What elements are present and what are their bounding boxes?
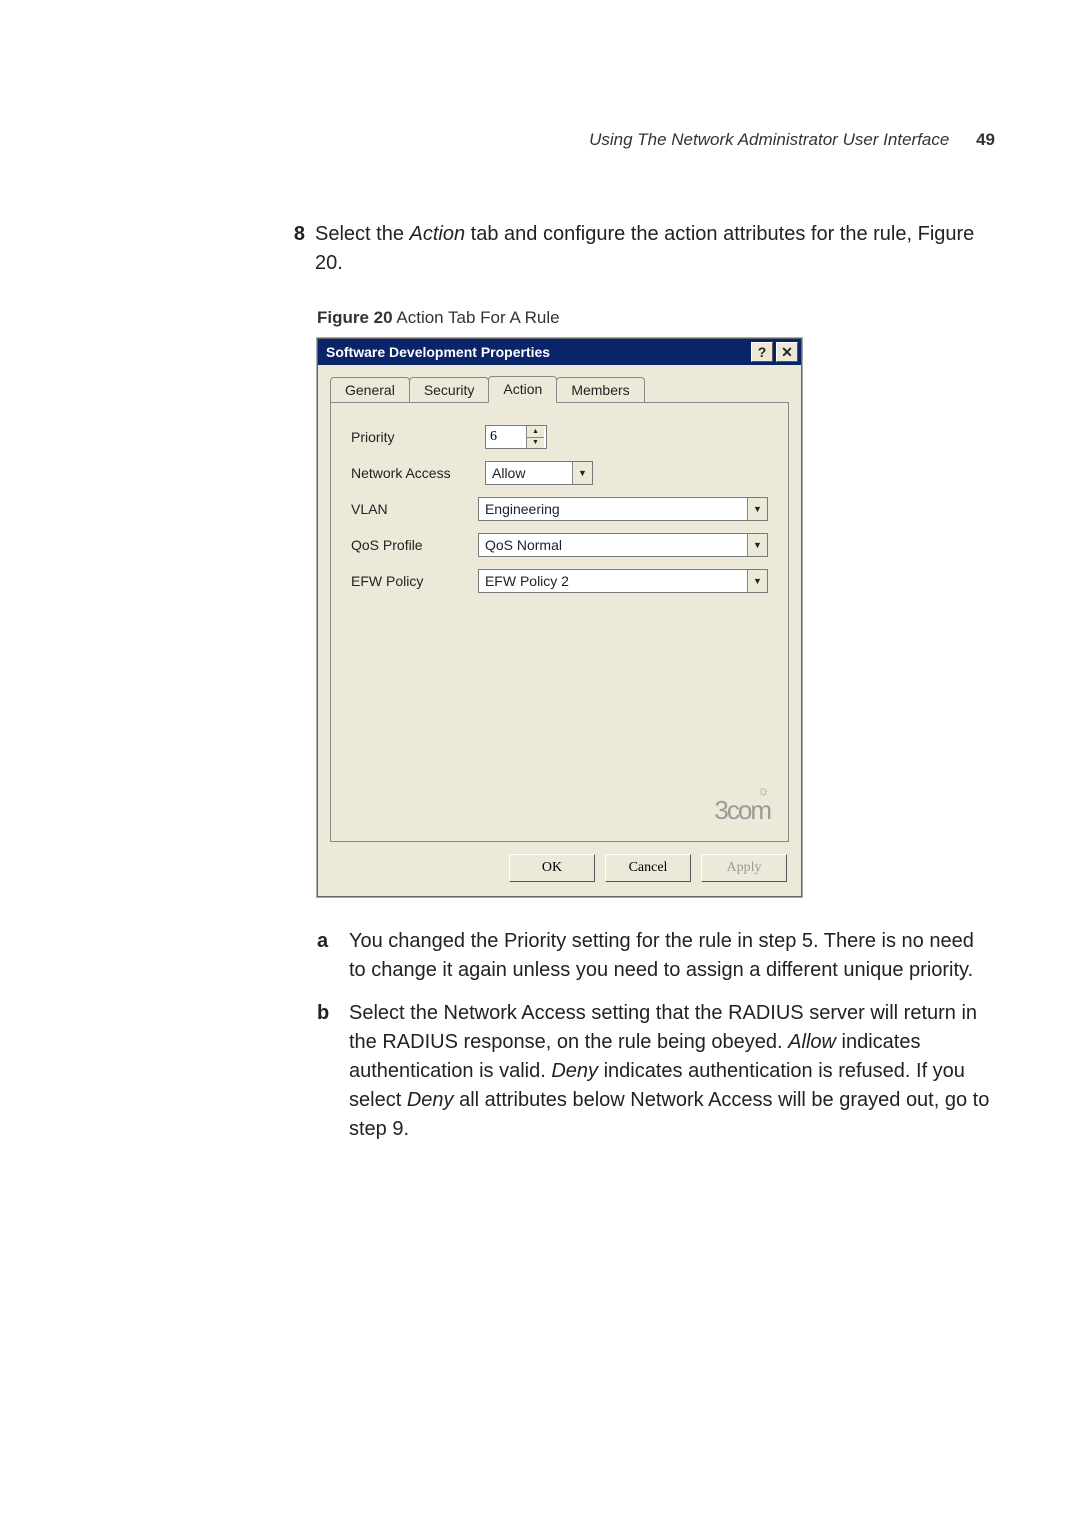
spinner-up-icon[interactable]: ▲ xyxy=(526,426,544,438)
qos-row: QoS Profile QoS Normal ▼ xyxy=(351,533,768,557)
tab-security[interactable]: Security xyxy=(409,377,490,402)
page-number: 49 xyxy=(976,130,995,149)
running-title: Using The Network Administrator User Int… xyxy=(589,130,949,149)
substep-text: You changed the Priority setting for the… xyxy=(349,927,995,985)
cancel-button[interactable]: Cancel xyxy=(605,854,691,882)
priority-label: Priority xyxy=(351,429,471,445)
brand-logo: ☼ 3com xyxy=(714,783,770,823)
dialog-title: Software Development Properties xyxy=(326,344,550,360)
vlan-label: VLAN xyxy=(351,501,464,517)
dialog-button-row: OK Cancel Apply xyxy=(318,854,801,896)
tab-action[interactable]: Action xyxy=(488,376,557,403)
chevron-down-icon[interactable]: ▼ xyxy=(747,498,767,520)
efw-value: EFW Policy 2 xyxy=(479,573,747,589)
step-8: 8 Select the Action tab and configure th… xyxy=(285,220,995,278)
spinner-down-icon[interactable]: ▼ xyxy=(526,438,544,449)
figure-label: Figure 20 xyxy=(317,308,393,327)
properties-dialog: Software Development Properties ? ✕ Gene… xyxy=(317,338,802,897)
ok-button[interactable]: OK xyxy=(509,854,595,882)
qos-combo[interactable]: QoS Normal ▼ xyxy=(478,533,768,557)
priority-input[interactable] xyxy=(486,426,526,448)
priority-row: Priority ▲ ▼ xyxy=(351,425,768,449)
figure-caption: Figure 20 Action Tab For A Rule xyxy=(317,308,995,328)
vlan-value: Engineering xyxy=(479,501,747,517)
network-access-row: Network Access Allow ▼ xyxy=(351,461,768,485)
vlan-row: VLAN Engineering ▼ xyxy=(351,497,768,521)
substep-text: Select the Network Access setting that t… xyxy=(349,999,995,1144)
brand-text: 3com xyxy=(714,797,770,823)
vlan-combo[interactable]: Engineering ▼ xyxy=(478,497,768,521)
substep-b: b Select the Network Access setting that… xyxy=(317,999,995,1144)
help-button[interactable]: ? xyxy=(751,342,773,362)
network-access-label: Network Access xyxy=(351,465,471,481)
tab-strip: General Security Action Members xyxy=(318,365,801,402)
efw-label: EFW Policy xyxy=(351,573,464,589)
titlebar-buttons: ? ✕ xyxy=(751,342,798,362)
substep-a: a You changed the Priority setting for t… xyxy=(317,927,995,985)
tab-general[interactable]: General xyxy=(330,377,410,402)
qos-label: QoS Profile xyxy=(351,537,464,553)
figure-caption-text: Action Tab For A Rule xyxy=(393,308,560,327)
step-number: 8 xyxy=(285,220,305,278)
substep-marker: a xyxy=(317,927,339,985)
network-access-value: Allow xyxy=(486,465,572,481)
substep-marker: b xyxy=(317,999,339,1144)
qos-value: QoS Normal xyxy=(479,537,747,553)
network-access-combo[interactable]: Allow ▼ xyxy=(485,461,593,485)
chevron-down-icon[interactable]: ▼ xyxy=(747,534,767,556)
close-button[interactable]: ✕ xyxy=(776,342,798,362)
efw-combo[interactable]: EFW Policy 2 ▼ xyxy=(478,569,768,593)
substep-list: a You changed the Priority setting for t… xyxy=(317,927,995,1144)
efw-row: EFW Policy EFW Policy 2 ▼ xyxy=(351,569,768,593)
apply-button[interactable]: Apply xyxy=(701,854,787,882)
running-header: Using The Network Administrator User Int… xyxy=(85,130,995,150)
dialog-titlebar[interactable]: Software Development Properties ? ✕ xyxy=(318,339,801,365)
action-tab-panel: Priority ▲ ▼ Network Access Allow ▼ VLAN xyxy=(330,402,789,842)
tab-members[interactable]: Members xyxy=(556,377,644,402)
chevron-down-icon[interactable]: ▼ xyxy=(572,462,592,484)
priority-spinner[interactable]: ▲ ▼ xyxy=(485,425,547,449)
chevron-down-icon[interactable]: ▼ xyxy=(747,570,767,592)
step-text: Select the Action tab and configure the … xyxy=(315,220,995,278)
